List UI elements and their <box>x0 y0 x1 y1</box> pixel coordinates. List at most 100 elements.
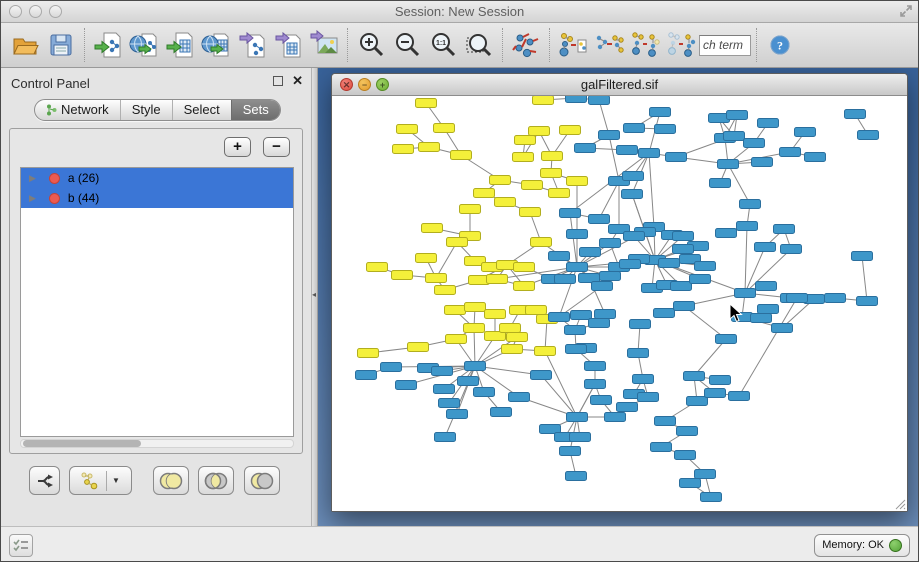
network-node[interactable] <box>592 282 613 291</box>
network-node[interactable] <box>570 433 591 442</box>
network-node[interactable] <box>758 305 779 314</box>
intersection-button[interactable] <box>198 466 234 495</box>
network-node-selected[interactable] <box>533 96 554 105</box>
tab-style[interactable]: Style <box>120 100 172 120</box>
create-set-from-network-button[interactable]: ▼ <box>69 466 132 495</box>
network-node[interactable] <box>638 393 659 402</box>
network-node[interactable] <box>434 385 455 394</box>
network-node[interactable] <box>509 393 530 402</box>
network-node-selected[interactable] <box>541 169 562 178</box>
zoom-actual-size-icon[interactable]: 1:1 <box>425 27 461 63</box>
network-node[interactable] <box>737 222 758 231</box>
network-node[interactable] <box>356 371 377 380</box>
network-node[interactable] <box>560 447 581 456</box>
network-node-selected[interactable] <box>514 282 535 291</box>
network-node-selected[interactable] <box>487 275 508 284</box>
network-node[interactable] <box>687 397 708 406</box>
network-node[interactable] <box>729 392 750 401</box>
import-network-file-icon[interactable] <box>90 27 126 63</box>
network-node[interactable] <box>825 294 846 303</box>
network-node[interactable] <box>549 252 570 261</box>
network-node[interactable] <box>727 111 748 120</box>
network-node[interactable] <box>701 493 722 502</box>
network-node[interactable] <box>756 282 777 291</box>
select-first-neighbors-icon[interactable] <box>591 27 627 63</box>
chevron-down-icon[interactable]: ▼ <box>112 476 120 485</box>
close-panel-icon[interactable]: ✕ <box>292 73 303 89</box>
network-node[interactable] <box>589 215 610 224</box>
tab-network[interactable]: Network <box>35 100 120 120</box>
network-node-selected[interactable] <box>451 151 472 160</box>
network-node[interactable] <box>695 470 716 479</box>
network-node[interactable] <box>684 372 705 381</box>
network-node[interactable] <box>787 294 808 303</box>
network-node[interactable] <box>774 225 795 234</box>
network-node-selected[interactable] <box>502 345 523 354</box>
network-node[interactable] <box>595 310 616 319</box>
network-node[interactable] <box>560 209 581 218</box>
network-node-selected[interactable] <box>526 306 547 315</box>
network-node[interactable] <box>566 472 587 481</box>
network-node[interactable] <box>589 96 610 105</box>
network-node[interactable] <box>571 311 592 320</box>
network-node[interactable] <box>575 144 596 153</box>
network-node[interactable] <box>710 376 731 385</box>
network-node-selected[interactable] <box>445 306 466 315</box>
import-table-web-icon[interactable] <box>198 27 234 63</box>
network-node-selected[interactable] <box>531 238 552 247</box>
new-network-selected-nodes-all-edges-icon[interactable] <box>627 27 663 63</box>
tab-select[interactable]: Select <box>172 100 231 120</box>
network-node[interactable] <box>567 413 588 422</box>
network-canvas[interactable] <box>332 96 907 511</box>
network-node-selected[interactable] <box>522 181 543 190</box>
memory-status-button[interactable]: Memory: OK <box>814 534 910 557</box>
network-node[interactable] <box>624 124 645 133</box>
network-node[interactable] <box>580 248 601 257</box>
network-node-selected[interactable] <box>419 143 440 152</box>
network-node-selected[interactable] <box>507 333 528 342</box>
fullscreen-grip-icon[interactable] <box>898 3 914 19</box>
collapse-panel-icon[interactable]: ◂ <box>312 290 316 299</box>
network-node-selected[interactable] <box>490 176 511 185</box>
network-node[interactable] <box>600 239 621 248</box>
network-node[interactable] <box>565 326 586 335</box>
network-node-selected[interactable] <box>513 153 534 162</box>
network-node[interactable] <box>724 132 745 141</box>
import-network-web-icon[interactable] <box>126 27 162 63</box>
network-node[interactable] <box>845 110 866 119</box>
network-node[interactable] <box>655 125 676 134</box>
network-node[interactable] <box>600 272 621 281</box>
network-node[interactable] <box>567 230 588 239</box>
network-node[interactable] <box>781 245 802 254</box>
tab-sets[interactable]: Sets <box>231 100 280 120</box>
network-node[interactable] <box>780 148 801 157</box>
panel-splitter[interactable]: ◂ <box>311 68 318 526</box>
network-node[interactable] <box>755 243 776 252</box>
sets-list[interactable]: ▶a (26)▶b (44) <box>20 167 294 437</box>
split-sets-button[interactable] <box>29 466 60 495</box>
network-node-selected[interactable] <box>535 347 556 356</box>
network-node[interactable] <box>758 119 779 128</box>
network-node[interactable] <box>639 149 660 158</box>
network-node[interactable] <box>675 451 696 460</box>
open-folder-icon[interactable] <box>7 27 43 63</box>
network-node[interactable] <box>852 252 873 261</box>
network-node-selected[interactable] <box>474 189 495 198</box>
network-node[interactable] <box>549 313 570 322</box>
scrollbar-thumb[interactable] <box>23 440 141 447</box>
network-node[interactable] <box>695 262 716 271</box>
network-node-selected[interactable] <box>408 343 429 352</box>
network-node[interactable] <box>650 108 671 117</box>
network-node-selected[interactable] <box>434 124 455 133</box>
new-network-selected-nodes-selected-edges-icon[interactable] <box>663 27 699 63</box>
network-node[interactable] <box>710 179 731 188</box>
difference-button[interactable] <box>244 466 280 495</box>
network-node[interactable] <box>772 324 793 333</box>
network-node[interactable] <box>591 396 612 405</box>
network-node[interactable] <box>857 297 878 306</box>
network-node-selected[interactable] <box>529 127 550 136</box>
float-panel-icon[interactable] <box>273 76 283 86</box>
network-graph[interactable] <box>332 96 907 511</box>
network-node[interactable] <box>435 433 456 442</box>
network-node[interactable] <box>531 371 552 380</box>
